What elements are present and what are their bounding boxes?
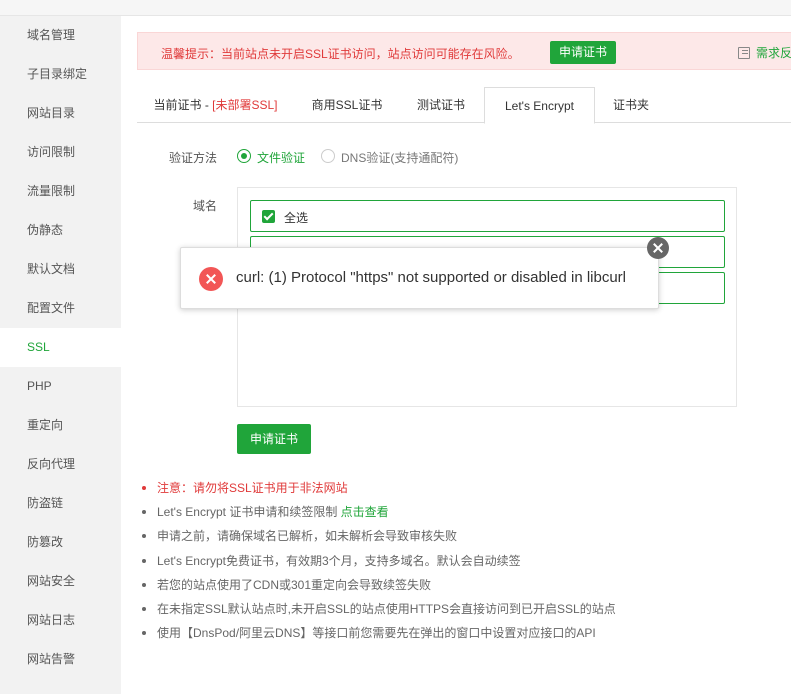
error-message: curl: (1) Protocol "https" not supported…: [236, 269, 627, 286]
sidebar: 域名管理 子目录绑定 网站目录 访问限制 流量限制 伪静态 默认文档 配置文件 …: [0, 16, 121, 694]
sidebar-item-domain[interactable]: 域名管理: [0, 16, 121, 55]
apply-cert-button[interactable]: 申请证书: [237, 424, 311, 454]
sidebar-item-default-doc[interactable]: 默认文档: [0, 250, 121, 289]
verify-method-label: 验证方法: [169, 151, 218, 165]
sidebar-item-hotlink[interactable]: 防盗链: [0, 484, 121, 523]
list-item: 在未指定SSL默认站点时,未开启SSL的站点使用HTTPS会直接访问到已开启SS…: [141, 601, 616, 625]
top-strip: [0, 0, 791, 16]
sidebar-item-reverse-proxy[interactable]: 反向代理: [0, 445, 121, 484]
warning-apply-cert-button[interactable]: 申请证书: [550, 41, 616, 64]
sidebar-item-site-log[interactable]: 网站日志: [0, 601, 121, 640]
tab-current-cert-status: [未部署SSL]: [212, 98, 278, 112]
tab-test-cert[interactable]: 测试证书: [399, 87, 483, 123]
tab-letsencrypt[interactable]: Let's Encrypt: [484, 87, 595, 124]
radio-unchecked-icon: [321, 149, 335, 163]
sidebar-item-site-dir[interactable]: 网站目录: [0, 94, 121, 133]
sidebar-item-traffic-limit[interactable]: 流量限制: [0, 172, 121, 211]
sidebar-item-access-limit[interactable]: 访问限制: [0, 133, 121, 172]
tab-cert-folder[interactable]: 证书夹: [601, 87, 661, 123]
error-icon: [199, 267, 223, 291]
select-all-row[interactable]: 全选: [250, 200, 725, 232]
file-verify-label: 文件验证: [257, 151, 306, 165]
dns-verify-label: DNS验证(支持通配符): [341, 151, 459, 165]
warning-text: 温馨提示：当前站点未开启SSL证书访问，站点访问可能存在风险。: [161, 47, 520, 61]
select-all-label: 全选: [284, 211, 309, 225]
sidebar-item-site-security[interactable]: 网站安全: [0, 562, 121, 601]
notes-list: 注意：请勿将SSL证书用于非法网站 Let's Encrypt 证书申请和续签限…: [141, 480, 616, 649]
sidebar-item-ssl[interactable]: SSL: [0, 328, 121, 367]
checkbox-checked-icon[interactable]: [262, 210, 275, 223]
sidebar-item-tamper-proof[interactable]: 防篡改: [0, 523, 121, 562]
feedback-label: 需求反: [756, 46, 791, 60]
ssl-warning-bar: 温馨提示：当前站点未开启SSL证书访问，站点访问可能存在风险。 申请证书 需求反: [137, 32, 791, 70]
ssl-tabs: 当前证书 - [未部署SSL] 商用SSL证书 测试证书 Let's Encry…: [137, 87, 791, 124]
sidebar-item-php[interactable]: PHP: [0, 367, 121, 406]
list-item: Let's Encrypt 证书申请和续签限制 点击查看: [141, 504, 616, 528]
sidebar-item-site-alert[interactable]: 网站告警: [0, 640, 121, 679]
sidebar-item-config-file[interactable]: 配置文件: [0, 289, 121, 328]
tab-current-cert-label: 当前证书 -: [153, 98, 213, 112]
tab-commercial-ssl[interactable]: 商用SSL证书: [303, 87, 391, 123]
view-limits-link[interactable]: 点击查看: [341, 505, 389, 519]
list-item: 使用【DnsPod/阿里云DNS】等接口前您需要先在弹出的窗口中设置对应接口的A…: [141, 625, 616, 649]
error-toast: curl: (1) Protocol "https" not supported…: [180, 237, 669, 309]
site-settings-window: 域名管理 子目录绑定 网站目录 访问限制 流量限制 伪静态 默认文档 配置文件 …: [0, 0, 791, 694]
radio-checked-icon: [237, 149, 251, 163]
note-text: Let's Encrypt 证书申请和续签限制: [157, 505, 341, 520]
close-icon[interactable]: [647, 237, 669, 259]
edit-icon: [738, 47, 750, 59]
list-item: 若您的站点使用了CDN或301重定向会导致续签失败: [141, 577, 616, 601]
list-item: 注意：请勿将SSL证书用于非法网站: [141, 480, 616, 504]
tab-current-cert[interactable]: 当前证书 - [未部署SSL]: [137, 87, 294, 123]
list-item: 申请之前，请确保域名已解析，如未解析会导致审核失败: [141, 528, 616, 552]
sidebar-item-rewrite[interactable]: 伪静态: [0, 211, 121, 250]
feedback-link[interactable]: 需求反: [738, 44, 791, 61]
sidebar-item-redirect[interactable]: 重定向: [0, 406, 121, 445]
list-item: Let's Encrypt免费证书，有效期3个月，支持多域名。默认会自动续签: [141, 553, 616, 577]
sidebar-item-subdir[interactable]: 子目录绑定: [0, 55, 121, 94]
domain-label: 域名: [193, 199, 218, 213]
